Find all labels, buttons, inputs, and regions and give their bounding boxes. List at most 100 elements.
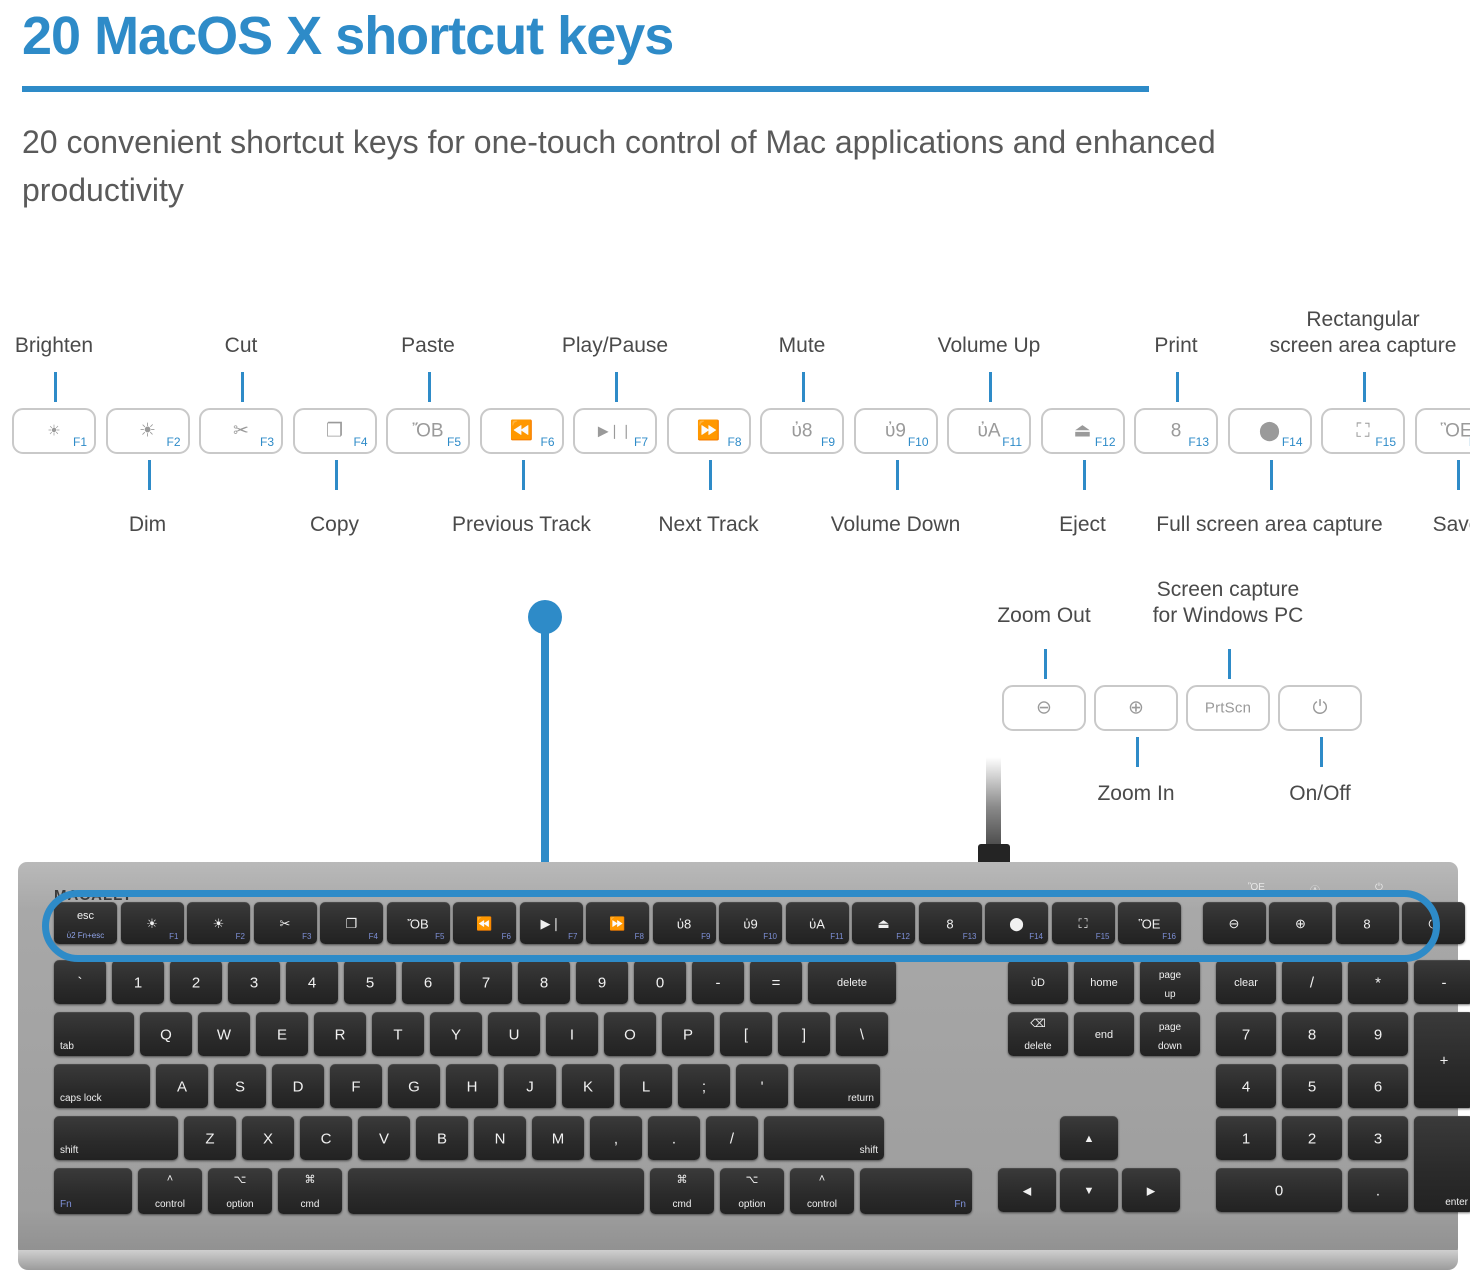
kb-fkey-F15[interactable]: ⛶ F15 [1052, 902, 1115, 944]
kb-numpad-clear[interactable]: clear [1216, 960, 1276, 1004]
kb-key-x[interactable]: ] [778, 1012, 830, 1056]
kb-numpad-5[interactable]: 5 [1282, 1064, 1342, 1108]
kb-key-7[interactable]: 7 [460, 960, 512, 1004]
kb-numpad-4[interactable]: 4 [1216, 1064, 1276, 1108]
kb-key-V[interactable]: V [358, 1116, 410, 1160]
kb-key-F[interactable]: F [330, 1064, 382, 1108]
kb-key-E[interactable]: E [256, 1012, 308, 1056]
kb-key-delete[interactable]: delete [808, 960, 896, 1004]
kb-key-Fn[interactable]: Fn [54, 1168, 132, 1214]
kb-fkey-F3[interactable]: ✂ F3 [254, 902, 317, 944]
kb-key-x[interactable]: [ [720, 1012, 772, 1056]
kb-key-r-cmd[interactable]: ⌘ cmd [650, 1168, 714, 1214]
kb-key-X[interactable]: X [242, 1116, 294, 1160]
kb-key-arrow-down[interactable]: ▼ [1060, 1168, 1118, 1212]
kb-key-tab[interactable]: tab [54, 1012, 134, 1056]
kb-numpad-9[interactable]: 9 [1348, 1012, 1408, 1056]
kb-key-P[interactable]: P [662, 1012, 714, 1056]
kb-numpad-2[interactable]: 2 [1282, 1116, 1342, 1160]
kb-key-[interactable]: ` [54, 960, 106, 1004]
kb-key-9[interactable]: 9 [576, 960, 628, 1004]
kb-key-[interactable]: - [692, 960, 744, 1004]
kb-fkey-⊖[interactable]: ⊖ [1203, 902, 1266, 944]
kb-numpad-6[interactable]: 6 [1348, 1064, 1408, 1108]
kb-key-S[interactable]: S [214, 1064, 266, 1108]
kb-key-5[interactable]: 5 [344, 960, 396, 1004]
kb-fkey-F7[interactable]: ▶❘ F7 [520, 902, 583, 944]
kb-key-x[interactable]: ' [736, 1064, 788, 1108]
kb-key-L[interactable]: L [620, 1064, 672, 1108]
kb-key-spacebar[interactable] [348, 1168, 644, 1214]
kb-key-shift[interactable]: shift [54, 1116, 178, 1160]
kb-key-C[interactable]: C [300, 1116, 352, 1160]
kb-key-x[interactable]: / [706, 1116, 758, 1160]
kb-key-J[interactable]: J [504, 1064, 556, 1108]
kb-key-M[interactable]: M [532, 1116, 584, 1160]
kb-key-Q[interactable]: Q [140, 1012, 192, 1056]
kb-key-I[interactable]: I [546, 1012, 598, 1056]
kb-fkey-὚8[interactable]: ὚8 [1336, 902, 1399, 944]
kb-key-r-option[interactable]: ⌥ option [720, 1168, 784, 1214]
kb-numpad-plus[interactable]: + [1414, 1012, 1470, 1108]
kb-numpad-x[interactable]: / [1282, 960, 1342, 1004]
kb-key-end[interactable]: end [1074, 1012, 1134, 1056]
kb-fkey-F11[interactable]: ὐA F11 [786, 902, 849, 944]
kb-key-arrow-up[interactable]: ▲ [1060, 1116, 1118, 1160]
kb-fkey-F1[interactable]: ☀ F1 [121, 902, 184, 944]
kb-key-shift[interactable]: shift [764, 1116, 884, 1160]
kb-key-pagedown[interactable]: page down [1140, 1012, 1200, 1056]
kb-key-4[interactable]: 4 [286, 960, 338, 1004]
kb-key-pageup[interactable]: page up [1140, 960, 1200, 1004]
kb-key-3[interactable]: 3 [228, 960, 280, 1004]
kb-key-6[interactable]: 6 [402, 960, 454, 1004]
kb-key-x[interactable]: , [590, 1116, 642, 1160]
kb-numpad-enter[interactable]: enter [1414, 1116, 1470, 1212]
kb-key-arrow-left[interactable]: ◀ [998, 1168, 1056, 1212]
kb-numpad-3[interactable]: 3 [1348, 1116, 1408, 1160]
kb-key-T[interactable]: T [372, 1012, 424, 1056]
kb-fkey-⊕[interactable]: ⊕ [1269, 902, 1332, 944]
kb-numpad-x[interactable]: - [1414, 960, 1470, 1004]
kb-key-option[interactable]: ⌥ option [208, 1168, 272, 1214]
kb-key-x[interactable]: \ [836, 1012, 888, 1056]
kb-key-home[interactable]: home [1074, 960, 1134, 1004]
kb-fkey-F10[interactable]: ὐ9 F10 [719, 902, 782, 944]
kb-key-1[interactable]: 1 [112, 960, 164, 1004]
kb-key-control[interactable]: ˄ control [138, 1168, 202, 1214]
kb-fkey-F13[interactable]: ὚8 F13 [919, 902, 982, 944]
kb-key-capsxlock[interactable]: caps lock [54, 1064, 150, 1108]
kb-fkey-F5[interactable]: ὌB F5 [387, 902, 450, 944]
kb-key-x[interactable]: ; [678, 1064, 730, 1108]
kb-key-Y[interactable]: Y [430, 1012, 482, 1056]
kb-key-O[interactable]: O [604, 1012, 656, 1056]
kb-numpad-8[interactable]: 8 [1282, 1012, 1342, 1056]
kb-fkey-F16[interactable]: ὋE F16 [1118, 902, 1181, 944]
kb-key-cmd[interactable]: ⌘ cmd [278, 1168, 342, 1214]
kb-key-Z[interactable]: Z [184, 1116, 236, 1160]
kb-fkey-F8[interactable]: ⏩ F8 [586, 902, 649, 944]
kb-key-[interactable]: = [750, 960, 802, 1004]
kb-key-G[interactable]: G [388, 1064, 440, 1108]
kb-fkey-esc[interactable]: esc ὑ2 Fn+esc [54, 902, 117, 944]
kb-fkey-F6[interactable]: ⏪ F6 [453, 902, 516, 944]
kb-fkey-F14[interactable]: ⬤ F14 [985, 902, 1048, 944]
kb-key-arrow-right[interactable]: ▶ [1122, 1168, 1180, 1212]
kb-key-U[interactable]: U [488, 1012, 540, 1056]
kb-key-B[interactable]: B [416, 1116, 468, 1160]
kb-fkey-F9[interactable]: ὐ8 F9 [653, 902, 716, 944]
kb-numpad-1[interactable]: 1 [1216, 1116, 1276, 1160]
kb-fkey-⏻[interactable]: ⏻ [1402, 902, 1465, 944]
kb-key-R[interactable]: R [314, 1012, 366, 1056]
kb-fkey-F4[interactable]: ❐ F4 [320, 902, 383, 944]
kb-key-return[interactable]: return [794, 1064, 880, 1108]
kb-key-2[interactable]: 2 [170, 960, 222, 1004]
kb-numpad-7[interactable]: 7 [1216, 1012, 1276, 1056]
kb-key-N[interactable]: N [474, 1116, 526, 1160]
kb-numpad-x[interactable]: * [1348, 960, 1408, 1004]
kb-fkey-F12[interactable]: ⏏ F12 [852, 902, 915, 944]
kb-key-K[interactable]: K [562, 1064, 614, 1108]
kb-key-W[interactable]: W [198, 1012, 250, 1056]
kb-key-D[interactable]: D [272, 1064, 324, 1108]
kb-numpad-0[interactable]: 0 [1216, 1168, 1342, 1212]
kb-key-r-Fn[interactable]: Fn [860, 1168, 972, 1214]
